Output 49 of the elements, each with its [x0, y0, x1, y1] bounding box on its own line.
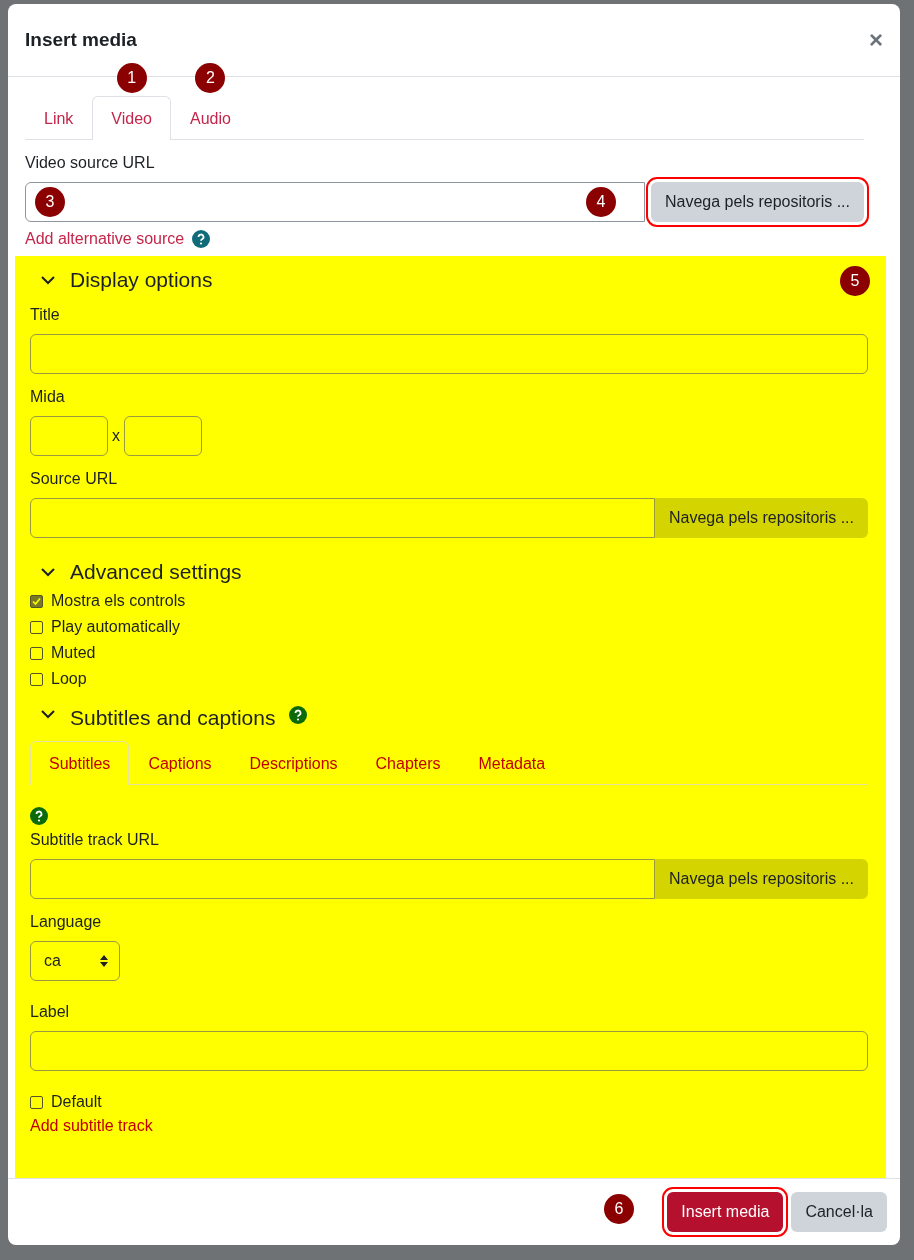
width-input-field[interactable]	[30, 416, 108, 456]
label-input-field[interactable]	[30, 1031, 868, 1071]
step-marker: 5	[840, 266, 870, 296]
tab[interactable]: Link	[25, 96, 93, 140]
tab[interactable]: Subtitles	[30, 741, 130, 785]
cancel-button[interactable]: Cancel·la	[791, 1192, 887, 1232]
tab[interactable]: Chapters	[356, 741, 460, 785]
help-icon[interactable]	[30, 807, 48, 825]
dialog-title: Insert media	[25, 29, 137, 51]
field-label: Language	[30, 913, 103, 931]
field-label: Subtitle track URL	[30, 831, 160, 849]
help-icon[interactable]	[289, 706, 308, 724]
source-url-input-field[interactable]	[30, 498, 655, 538]
section-heading: Advanced settings	[70, 560, 242, 584]
tab[interactable]: Captions	[129, 741, 231, 785]
checkbox[interactable]	[30, 594, 43, 608]
checkbox-label: Loop	[51, 670, 87, 688]
add-alternative-source-link[interactable]: Add alternative source	[25, 230, 185, 248]
checkbox[interactable]	[30, 672, 43, 686]
checkbox-label: Muted	[51, 644, 96, 662]
title-input-field[interactable]	[30, 334, 868, 374]
checkbox[interactable]	[30, 646, 43, 660]
checkbox-label: Mostra els controls	[51, 592, 186, 610]
checkbox-label: Default	[51, 1093, 102, 1111]
checkbox[interactable]	[30, 620, 43, 634]
sort-arrows-icon	[99, 954, 109, 968]
help-icon[interactable]	[192, 230, 211, 248]
tab[interactable]: Descriptions	[230, 741, 357, 785]
checkbox[interactable]	[30, 1095, 43, 1109]
field-label: Mida	[30, 388, 66, 406]
tab[interactable]: Metadata	[459, 741, 565, 785]
close-button[interactable]: ×	[869, 28, 883, 52]
section-heading: Subtitles and captions	[70, 706, 276, 730]
section-heading: Display options	[70, 268, 213, 292]
field-label: Video source URL	[25, 154, 156, 172]
language-select[interactable]: ca	[30, 941, 120, 981]
browse-repositories-button[interactable]: Navega pels repositoris ...	[655, 859, 868, 899]
browse-repositories-button[interactable]: Navega pels repositoris ...	[655, 498, 868, 538]
add-subtitle-track-link[interactable]: Add subtitle track	[30, 1117, 153, 1135]
field-label: Title	[30, 306, 61, 324]
step-marker: 1	[116, 63, 147, 93]
height-input-field[interactable]	[124, 416, 202, 456]
field-label: Source URL	[30, 470, 119, 488]
url-input-field[interactable]	[25, 182, 645, 222]
checkbox-label: Play automatically	[51, 618, 180, 636]
step-marker: 2	[195, 63, 226, 93]
field-label: Label	[30, 1003, 71, 1021]
step-marker: 6	[604, 1194, 634, 1224]
size-separator: x	[112, 427, 120, 445]
